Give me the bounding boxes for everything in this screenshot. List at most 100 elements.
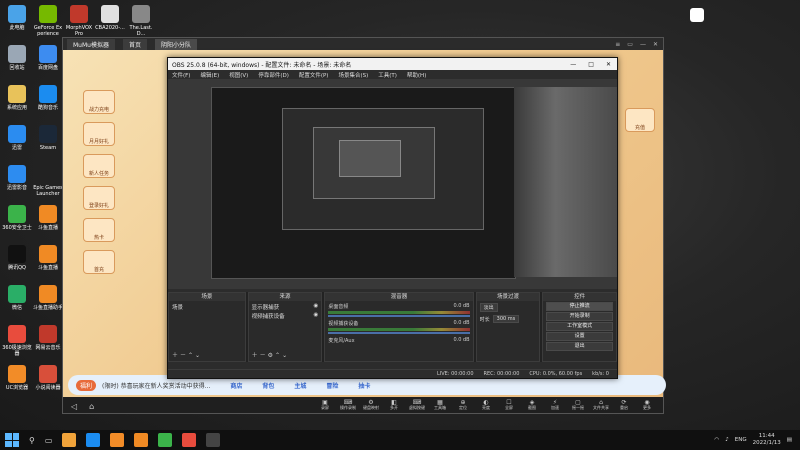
windows-start-icon[interactable] (5, 433, 19, 447)
taskbar-app-icon[interactable] (158, 433, 173, 447)
obs-preview[interactable] (168, 79, 617, 289)
taskbar-app-icon[interactable] (134, 433, 149, 447)
game-zone-main[interactable]: 主城 (294, 381, 306, 390)
obs-maximize-icon[interactable]: □ (588, 61, 594, 68)
mumu-tool-button[interactable]: ◉ 更多 (637, 400, 657, 411)
desktop-icon[interactable]: Steam (33, 125, 63, 151)
desktop-icon[interactable]: 酷狗音乐 (33, 85, 63, 111)
desktop-icon[interactable]: Epic Games Launcher (33, 165, 63, 197)
eye-icon[interactable]: ◉ (314, 303, 319, 311)
stop-stream-button[interactable]: 停止推流 (546, 302, 613, 311)
mumu-tool-button[interactable]: ▢ 摇一摇 (568, 400, 588, 411)
mumu-tool-button[interactable]: ⊕ 定位 (453, 400, 473, 411)
obs-menu-item[interactable]: 场景集合(S) (338, 71, 368, 79)
close-icon[interactable]: ✕ (653, 41, 658, 48)
game-zone-shop[interactable]: 商店 (230, 381, 242, 390)
game-button-power[interactable]: 战力充电 (83, 90, 115, 114)
volume-icon[interactable]: ♪ (725, 437, 729, 443)
sources-dock-toolbar[interactable]: ＋－⚙⌃⌄ (252, 350, 289, 359)
menu-icon[interactable]: ≡ (615, 41, 620, 48)
restore-icon[interactable]: ▭ (627, 41, 633, 48)
desktop-icon[interactable]: 百度网盘 (33, 45, 63, 71)
desktop-icon[interactable]: 360极速浏览器 (2, 325, 32, 357)
wifi-icon[interactable]: ◠ (714, 437, 719, 443)
desktop-icon[interactable]: 微信 (2, 285, 32, 311)
desktop-icon[interactable]: 系统应用 (2, 85, 32, 111)
game-button-monthly[interactable]: 月月好礼 (83, 122, 115, 146)
mumu-tool-button[interactable]: ⌂ 文件共享 (591, 400, 611, 411)
obs-menu-item[interactable]: 视图(V) (229, 71, 248, 79)
mumu-tool-button[interactable]: ◧ 多开 (384, 400, 404, 411)
minimize-icon[interactable]: — (640, 41, 646, 48)
task-view-icon[interactable]: ▭ (45, 436, 53, 445)
mumu-tool-button[interactable]: ⌨ 虚拟按键 (407, 400, 427, 411)
source-item[interactable]: 显示器捕获 ◉ (252, 303, 319, 311)
eye-icon[interactable]: ◉ (314, 312, 319, 320)
scene-item[interactable]: 场景 (172, 303, 242, 311)
transition-type-select[interactable]: 淡出 (479, 303, 498, 312)
desktop-icon[interactable]: 腾讯QQ (2, 245, 32, 271)
game-zone-bag[interactable]: 背包 (262, 381, 274, 390)
taskbar-app-icon[interactable] (110, 433, 125, 447)
desktop-icon[interactable]: 此电脑 (2, 5, 32, 31)
exit-button[interactable]: 退出 (546, 342, 613, 351)
desktop-icon[interactable]: 斗鱼直播 (33, 245, 63, 271)
game-button-login[interactable]: 登录好礼 (83, 186, 115, 210)
obs-menu-item[interactable]: 配置文件(P) (299, 71, 329, 79)
obs-close-icon[interactable]: ✕ (606, 61, 611, 68)
start-recording-button[interactable]: 开始录制 (546, 312, 613, 321)
desktop-icon[interactable]: 斗鱼直播助手 (33, 285, 63, 311)
obs-menu-item[interactable]: 工具(T) (378, 71, 397, 79)
search-icon[interactable]: ⚲ (29, 436, 35, 445)
game-button-first-charge[interactable]: 首充 (83, 250, 115, 274)
taskbar-app-icon[interactable] (62, 433, 77, 447)
mumu-tool-button[interactable]: ◐ 亮度 (476, 400, 496, 411)
mumu-tab-home[interactable]: 首页 (122, 38, 147, 50)
clock[interactable]: 11:44 2022/1/13 (753, 433, 781, 447)
desktop-icon[interactable]: MorphVOX Pro (64, 5, 94, 37)
mumu-tool-button[interactable]: ⚡ 加速 (545, 400, 565, 411)
desktop-icon[interactable]: 小说阅读器 (33, 365, 63, 391)
scenes-dock-toolbar[interactable]: ＋－⌃⌄ (172, 350, 202, 359)
back-icon[interactable]: ◁ (71, 402, 77, 411)
volume-fader[interactable] (328, 332, 470, 334)
notification-icon[interactable]: ▤ (787, 437, 792, 443)
language-indicator[interactable]: ENG (735, 437, 747, 443)
desktop-icon[interactable]: The.Last.D... (126, 5, 156, 37)
settings-button[interactable]: 设置 (546, 332, 613, 341)
obs-menu-item[interactable]: 文件(F) (172, 71, 190, 79)
desktop-icon[interactable]: 网易云音乐 (33, 325, 63, 351)
obs-minimize-icon[interactable]: — (570, 61, 576, 68)
obs-menu-item[interactable]: 编辑(E) (200, 71, 219, 79)
obs-menu-item[interactable]: 帮助(H) (407, 71, 426, 79)
home-icon[interactable]: ⌂ (89, 402, 94, 411)
game-button-newbie[interactable]: 新人任务 (83, 154, 115, 178)
mumu-tool-button[interactable]: ☐ 全屏 (499, 400, 519, 411)
desktop-icon[interactable]: 迅雷影音 (2, 165, 32, 191)
mumu-tool-button[interactable]: ▣ 录屏 (315, 400, 335, 411)
studio-mode-button[interactable]: 工作室模式 (546, 322, 613, 331)
desktop-icon[interactable]: 斗鱼直播 (33, 205, 63, 231)
taskbar-app-icon[interactable] (182, 433, 197, 447)
mumu-tool-button[interactable]: ▦ 工具箱 (430, 400, 450, 411)
taskbar-app-icon[interactable] (86, 433, 101, 447)
desktop-icon[interactable]: 回收站 (2, 45, 32, 71)
tray-shirt-icon[interactable] (690, 8, 704, 22)
desktop-icon[interactable]: GeForce Experience (33, 5, 63, 37)
mumu-tab-app[interactable]: MuMu模拟器 (67, 38, 115, 50)
game-button-recharge[interactable]: 充值 (625, 108, 655, 132)
mumu-tool-button[interactable]: ⌨ 操作录制 (338, 400, 358, 411)
volume-fader[interactable] (328, 315, 470, 317)
mumu-tab-game[interactable]: 阴阳小分队 (154, 38, 197, 50)
obs-menu-item[interactable]: 停靠部件(D) (258, 71, 289, 79)
source-item[interactable]: 视频捕获设备 ◉ (252, 312, 319, 320)
taskbar-app-icon[interactable] (206, 433, 221, 447)
transition-duration-input[interactable]: 300 ms (492, 315, 520, 323)
desktop-icon[interactable]: 迅雷 (2, 125, 32, 151)
mumu-tool-button[interactable]: ⟳ 重启 (614, 400, 634, 411)
mumu-tool-button[interactable]: ⚙ 键盘映射 (361, 400, 381, 411)
game-button-card[interactable]: 热卡 (83, 218, 115, 242)
desktop-icon[interactable]: 360安全卫士 (2, 205, 32, 231)
desktop-icon[interactable]: UC浏览器 (2, 365, 32, 391)
mumu-tool-button[interactable]: ◈ 截图 (522, 400, 542, 411)
